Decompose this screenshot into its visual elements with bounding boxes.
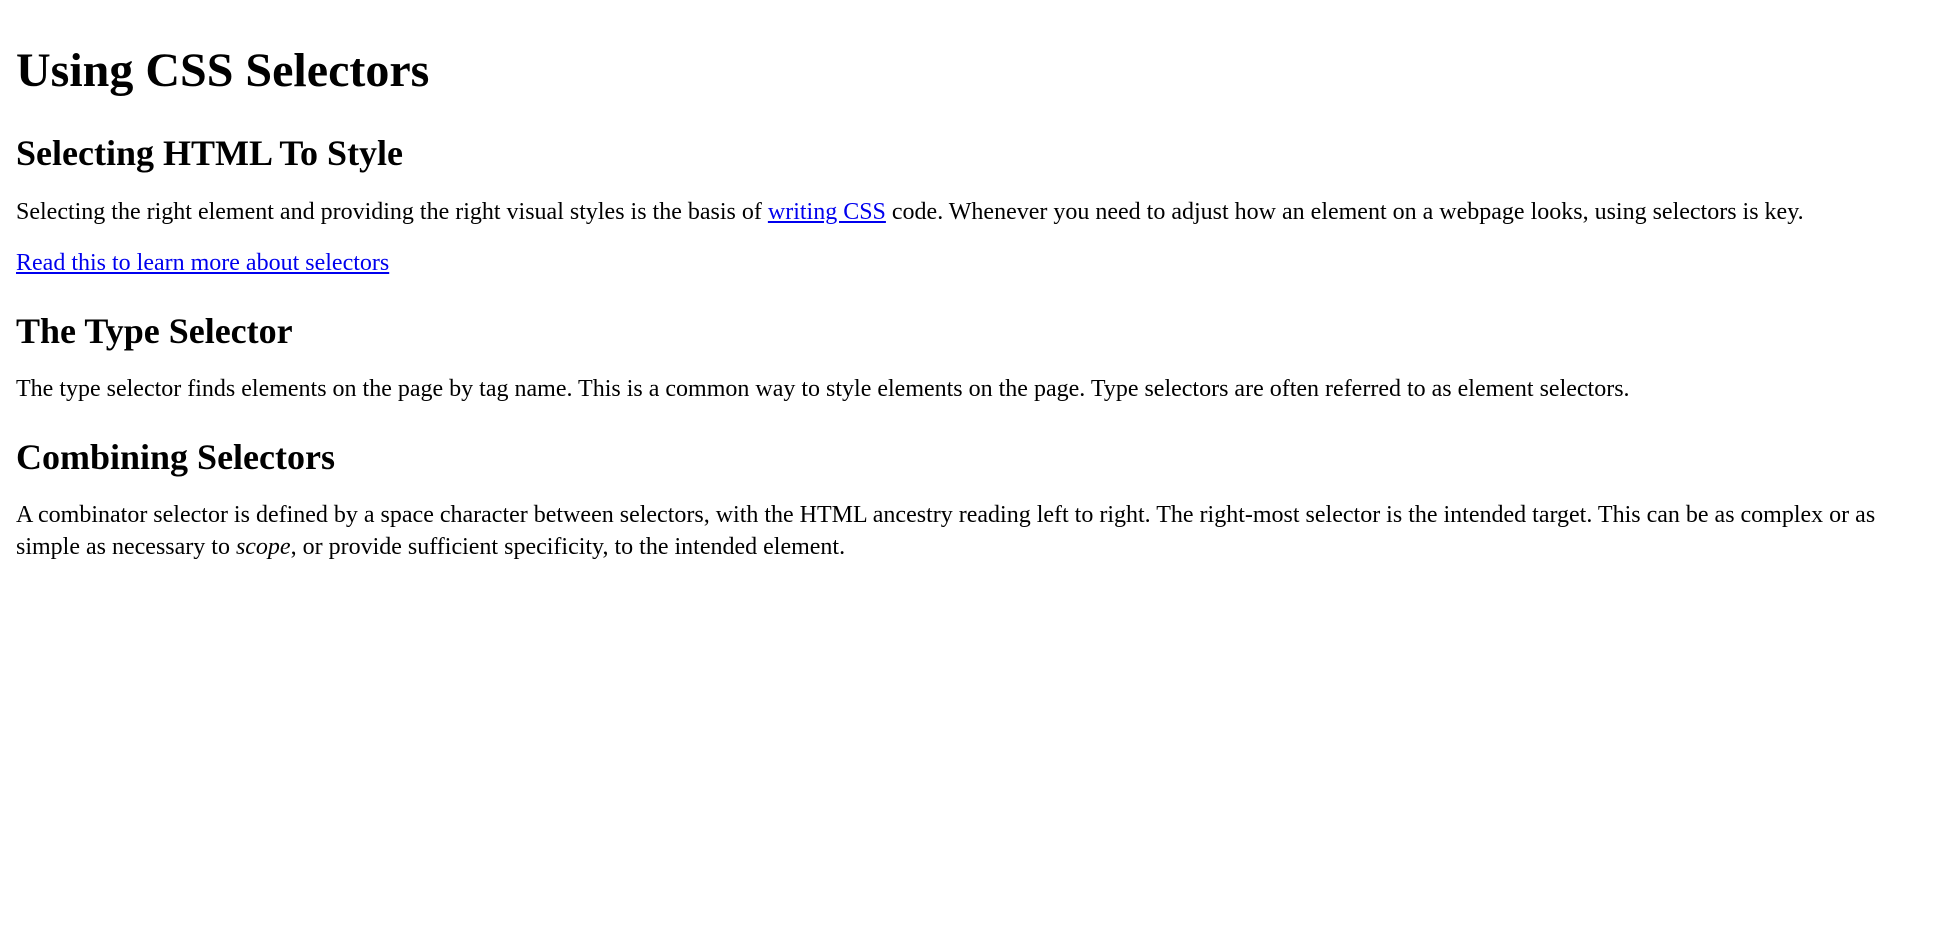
paragraph-combining: A combinator selector is defined by a sp… <box>16 500 1924 562</box>
paragraph-more-link: Read this to learn more about selectors <box>16 248 1924 279</box>
paragraph-selecting: Selecting the right element and providin… <box>16 197 1924 228</box>
text-segment: code. Whenever you need to adjust how an… <box>886 199 1804 225</box>
writing-css-link[interactable]: writing CSS <box>768 199 886 225</box>
section-heading-combining: Combining Selectors <box>16 434 1924 481</box>
page-title: Using CSS Selectors <box>16 40 1924 102</box>
scope-emphasis: scope <box>236 534 291 560</box>
text-segment: , or provide sufficient specificity, to … <box>291 534 846 560</box>
section-heading-selecting: Selecting HTML To Style <box>16 130 1924 177</box>
text-segment: Selecting the right element and providin… <box>16 199 768 225</box>
learn-more-selectors-link[interactable]: Read this to learn more about selectors <box>16 250 389 276</box>
section-heading-type-selector: The Type Selector <box>16 308 1924 355</box>
paragraph-type-selector: The type selector finds elements on the … <box>16 374 1924 405</box>
